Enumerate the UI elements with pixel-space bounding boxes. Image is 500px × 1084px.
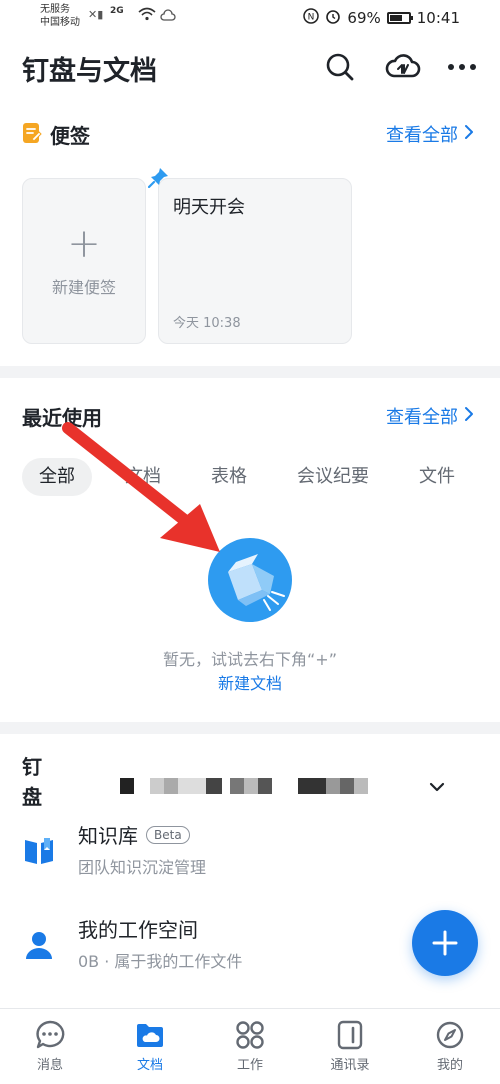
cloud-status-icon: [160, 7, 176, 26]
new-note-card[interactable]: + 新建便签: [22, 178, 146, 344]
nav-contacts[interactable]: 通讯录: [300, 1009, 400, 1084]
cloud-sync-icon[interactable]: [384, 51, 422, 83]
new-note-label: 新建便签: [51, 278, 116, 297]
nfc-icon: N: [303, 8, 320, 28]
bottom-nav: 消息 文档 工作 通讯录 我的: [0, 1008, 500, 1084]
chevron-right-icon: [464, 124, 474, 145]
folder-cloud-icon: [134, 1019, 166, 1051]
status-right: N 69% 10:41: [303, 8, 460, 28]
contacts-book-icon: [334, 1019, 366, 1051]
carrier-line2: 中国移动: [40, 17, 80, 28]
section-divider: [0, 722, 500, 734]
more-icon[interactable]: [446, 51, 478, 83]
note-title: 明天开会: [173, 197, 245, 218]
pin-icon: [147, 166, 170, 192]
new-doc-link[interactable]: 新建文档: [0, 670, 500, 694]
nav-docs[interactable]: 文档: [100, 1009, 200, 1084]
list-item-knowledge-base[interactable]: 知识库 Beta 团队知识沉淀管理: [0, 806, 500, 884]
nav-docs-label: 文档: [136, 1058, 163, 1073]
battery-percent: 69%: [347, 9, 381, 27]
recent-view-all-link[interactable]: 查看全部: [386, 403, 474, 429]
carrier-info: 无服务 中国移动: [40, 3, 80, 29]
note-time: 今天 10:38: [173, 316, 241, 331]
book-icon: [22, 834, 56, 868]
beta-badge: Beta: [146, 825, 190, 844]
recent-view-all-label: 查看全部: [386, 407, 458, 428]
chevron-down-icon[interactable]: [428, 778, 446, 797]
signal-icon: ✕▮: [88, 8, 104, 21]
search-icon[interactable]: [324, 51, 356, 83]
drive-title: 钉盘: [22, 755, 42, 809]
nav-contacts-label: 通讯录: [330, 1058, 370, 1073]
chevron-right-icon: [464, 406, 474, 427]
section-divider: [0, 366, 500, 378]
redacted-space-name: [120, 778, 370, 794]
nav-messages[interactable]: 消息: [0, 1009, 100, 1084]
page-title: 钉盘与文档: [22, 56, 157, 87]
wifi-icon: [138, 6, 156, 25]
notes-section: 便签 查看全部 + 新建便签 明天开会 今天 10:38: [0, 100, 500, 366]
user-icon: [22, 928, 56, 962]
nav-messages-label: 消息: [36, 1058, 63, 1073]
network-type: 2G: [110, 6, 124, 16]
grid-apps-icon: [234, 1019, 266, 1051]
knowledge-base-title-row: 知识库 Beta: [78, 820, 190, 849]
svg-text:N: N: [308, 13, 315, 23]
note-section-icon: [22, 122, 42, 148]
nav-work[interactable]: 工作: [200, 1009, 300, 1084]
nav-me-label: 我的: [436, 1058, 463, 1073]
carrier-line1: 无服务: [40, 4, 70, 15]
empty-hint: 暂无，试试去右下角“+”: [163, 650, 337, 669]
clock: 10:41: [416, 9, 460, 27]
battery-icon: [386, 12, 413, 24]
notes-view-all-link[interactable]: 查看全部: [386, 121, 474, 147]
notes-view-all-label: 查看全部: [386, 125, 458, 146]
red-arrow-annotation: [62, 422, 220, 552]
my-workspace-subtitle: 0B · 属于我的工作文件: [78, 952, 243, 971]
compass-icon: [434, 1019, 466, 1051]
note-card[interactable]: 明天开会 今天 10:38: [158, 178, 352, 344]
notes-title: 便签: [50, 124, 90, 148]
nav-work-label: 工作: [236, 1058, 263, 1073]
knowledge-base-title: 知识库: [78, 824, 138, 848]
chat-bubble-icon: [34, 1019, 66, 1051]
battery-fill: [389, 15, 403, 21]
nav-me[interactable]: 我的: [400, 1009, 500, 1084]
my-workspace-title: 我的工作空间: [78, 918, 198, 942]
knowledge-base-subtitle: 团队知识沉淀管理: [78, 858, 207, 877]
plus-icon: +: [67, 221, 101, 267]
tab-meeting-notes[interactable]: 会议纪要: [280, 458, 386, 496]
plus-icon: [432, 930, 458, 956]
status-bar: 无服务 中国移动 ✕▮ 2G N 69% 10:41: [0, 0, 500, 36]
tab-files[interactable]: 文件: [402, 458, 472, 496]
header: 钉盘与文档: [0, 36, 500, 100]
alarm-icon: [325, 8, 341, 28]
add-fab-button[interactable]: [412, 910, 478, 976]
